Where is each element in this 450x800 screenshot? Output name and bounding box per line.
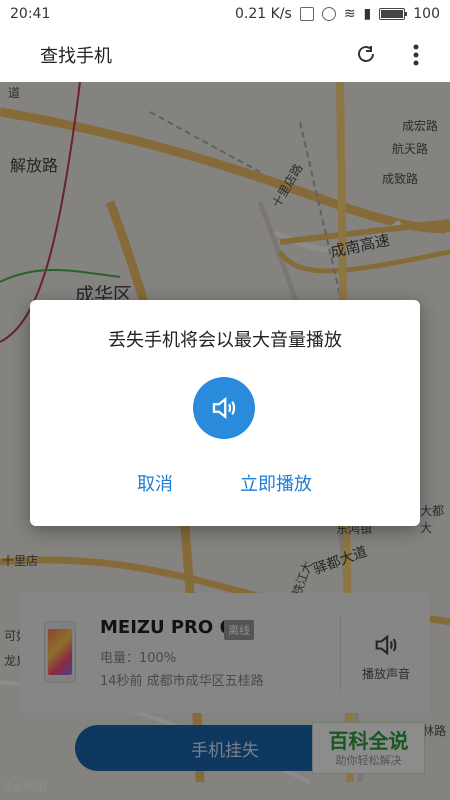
page-title: 查找手机 (40, 46, 112, 67)
status-time: 20:41 (10, 6, 51, 22)
dialog-title: 丢失手机将会以最大音量播放 (108, 330, 342, 351)
vibrate-icon (299, 7, 314, 21)
status-bar: 20:41 0.21 K/s ≋ ▮ 100 (0, 0, 450, 28)
battery-icon (379, 8, 408, 20)
status-icons: 0.21 K/s ≋ ▮ 100 (235, 6, 440, 22)
refresh-icon[interactable] (348, 37, 384, 73)
app-bar: 查找手机 (0, 28, 450, 82)
signal-icon: ▮ (363, 6, 372, 22)
battery-level: 100 (413, 6, 440, 22)
wifi-icon: ≋ (343, 6, 356, 22)
speaker-icon (193, 377, 255, 439)
more-vertical-icon[interactable] (398, 37, 434, 73)
speaker-icon-svg (212, 396, 236, 420)
refresh-icon-svg (358, 46, 374, 62)
alarm-icon (321, 7, 336, 21)
network-speed: 0.21 K/s (234, 6, 292, 22)
cancel-button[interactable]: 取消 (137, 470, 173, 496)
more-vertical-icon-svg (413, 44, 419, 66)
play-now-button[interactable]: 立即播放 (240, 470, 312, 496)
play-sound-dialog: 丢失手机将会以最大音量播放 取消 立即播放 (30, 300, 420, 526)
